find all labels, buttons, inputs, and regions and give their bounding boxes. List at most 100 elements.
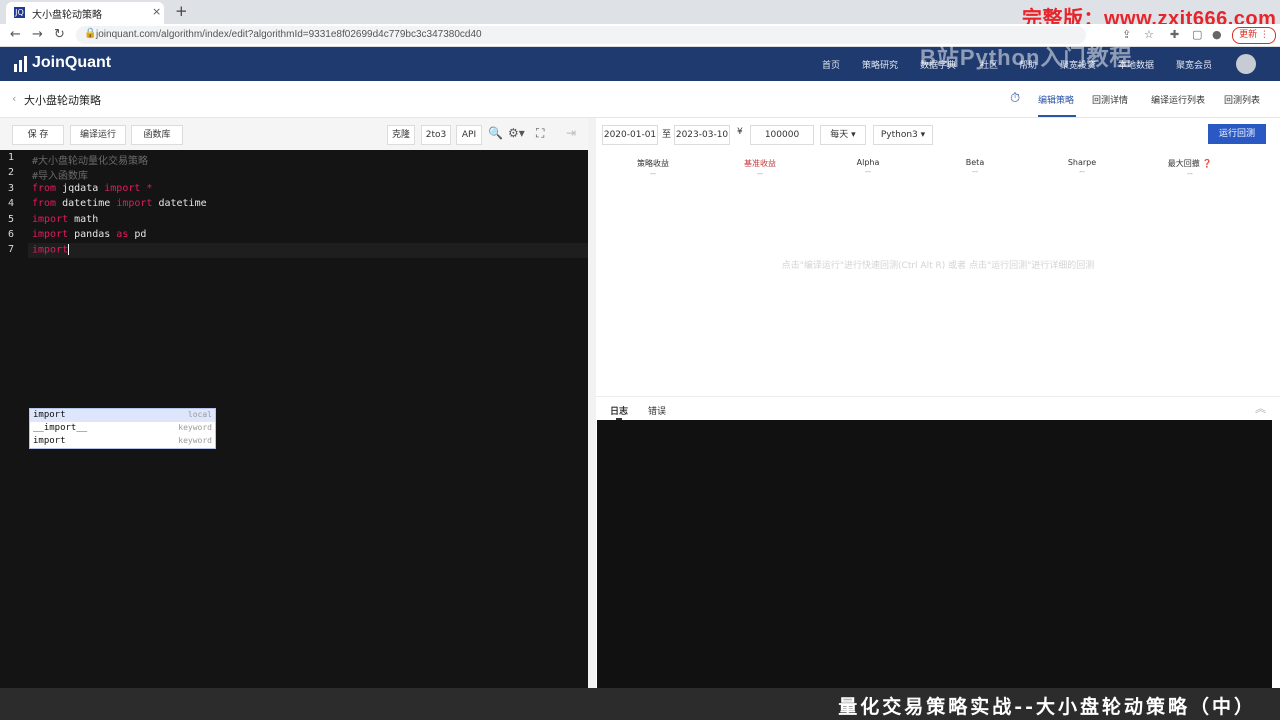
metric-benchmark-return: 基准收益 -- xyxy=(744,159,776,178)
frequency-select[interactable]: 每天 ▾ xyxy=(820,125,866,145)
autocomplete-popup: import local __import__ keyword import k… xyxy=(29,408,216,449)
url-text: joinquant.com/algorithm/index/edit?algor… xyxy=(96,29,482,40)
line-number: 2 xyxy=(8,167,15,179)
back-chevron-icon[interactable]: ‹ xyxy=(12,92,16,105)
tab-backtest-detail[interactable]: 回测详情 xyxy=(1092,93,1128,106)
metric-alpha: Alpha -- xyxy=(856,158,880,176)
bookmark-star-icon[interactable]: ☆ xyxy=(1144,28,1154,41)
pane-divider[interactable] xyxy=(588,118,596,688)
timer-icon[interactable]: ⏱ xyxy=(1010,91,1020,106)
back-arrow-icon[interactable]: ← xyxy=(10,27,21,42)
gear-icon[interactable]: ⚙▾ xyxy=(508,126,525,140)
tab-log[interactable]: 日志 xyxy=(610,404,628,417)
log-tabs: 日志 错误 xyxy=(596,396,1280,421)
line-number: 1 xyxy=(8,152,15,163)
line-number: 5 xyxy=(8,213,15,225)
tab-backtest-list[interactable]: 回测列表 xyxy=(1224,93,1260,106)
browser-tabstrip: JQ 大小盘轮动策略 × + 完整版：www.zxit666.com xyxy=(0,0,1280,30)
collapse-up-icon[interactable]: ︽ xyxy=(1255,400,1266,416)
search-icon[interactable]: 🔍 xyxy=(488,126,503,140)
api-button[interactable]: API xyxy=(456,125,482,145)
reload-icon[interactable]: ↻ xyxy=(54,27,65,42)
code-line[interactable]: #导入函数库 xyxy=(32,167,88,182)
profile-icon[interactable]: ● xyxy=(1212,28,1222,41)
active-tab-underline xyxy=(1038,115,1076,117)
update-button[interactable]: 更新 ⋮ xyxy=(1232,27,1276,44)
tab-edit-strategy[interactable]: 编辑策略 xyxy=(1038,93,1074,106)
share-editor-icon[interactable]: ⇥ xyxy=(566,126,576,140)
nav-home[interactable]: 首页 xyxy=(822,58,840,71)
code-line[interactable]: import pandas as pd xyxy=(32,229,146,240)
code-token: datetime xyxy=(152,198,207,210)
function-library-button[interactable]: 函数库 xyxy=(131,125,183,145)
avatar[interactable] xyxy=(1236,54,1256,74)
tab-title: 大小盘轮动策略 xyxy=(32,10,102,21)
code-token: pandas xyxy=(68,229,117,240)
code-token: #大小盘轮动量化交易策略 xyxy=(32,156,149,167)
capital-input[interactable]: 100000 xyxy=(750,125,814,145)
text-cursor xyxy=(68,244,70,256)
line-number: 7 xyxy=(8,244,15,256)
side-panel-icon[interactable]: ▢ xyxy=(1192,28,1202,41)
extensions-puzzle-icon[interactable]: ✚ xyxy=(1170,28,1179,41)
code-token: from xyxy=(32,182,57,194)
tab-errors[interactable]: 错误 xyxy=(648,404,666,417)
tab-compile-list[interactable]: 编译运行列表 xyxy=(1151,93,1205,106)
metric-strategy-return: 策略收益 -- xyxy=(637,159,669,178)
code-token: as xyxy=(116,229,129,240)
save-button[interactable]: 保 存 xyxy=(12,125,64,145)
joinquant-favicon-icon: JQ xyxy=(14,7,25,18)
nav-strategy-research[interactable]: 策略研究 xyxy=(862,58,898,71)
line-number: 4 xyxy=(8,198,15,210)
video-subtitle-bar: 量化交易策略实战--大小盘轮动策略（中） xyxy=(0,688,1280,720)
compile-run-button[interactable]: 编译运行 xyxy=(70,125,126,145)
browser-tab[interactable]: JQ 大小盘轮动策略 × xyxy=(6,2,164,24)
code-token: jqdata xyxy=(56,182,105,194)
fullscreen-icon[interactable]: ⛶ xyxy=(536,126,544,141)
log-console xyxy=(597,420,1272,688)
code-line[interactable]: from datetime import datetime xyxy=(32,198,207,209)
new-tab-button[interactable]: + xyxy=(175,2,188,20)
page-title: 大小盘轮动策略 xyxy=(24,94,101,107)
strategy-subheader: ‹ 大小盘轮动策略 ⏱ 编辑策略 回测详情 编译运行列表 回测列表 xyxy=(0,81,1280,118)
code-line[interactable]: #大小盘轮动量化交易策略 xyxy=(32,152,148,167)
code-token: import xyxy=(104,182,141,194)
close-icon[interactable]: × xyxy=(152,5,161,18)
code-line[interactable]: from jqdata import * xyxy=(32,183,152,194)
video-subtitle: 量化交易策略实战--大小盘轮动策略（中） xyxy=(838,696,1256,718)
active-line-highlight xyxy=(28,243,588,258)
watermark-overlay: B站Python入门教程 xyxy=(920,45,1133,70)
clone-button[interactable]: 克隆 xyxy=(387,125,415,145)
code-token: from xyxy=(32,198,57,210)
code-token: math xyxy=(68,213,99,225)
code-token: datetime xyxy=(56,198,117,210)
forward-arrow-icon[interactable]: → xyxy=(32,27,43,42)
code-token: import xyxy=(32,213,69,225)
code-token: #导入函数库 xyxy=(32,171,89,183)
code-line[interactable]: import math xyxy=(32,214,98,225)
code-token: * xyxy=(140,182,153,194)
code-editor[interactable]: #大小盘轮动量化交易策略 #导入函数库 from jqdata import * fr… xyxy=(0,150,588,688)
metric-max-drawdown: 最大回撤 ❓ -- xyxy=(1167,159,1213,178)
code-token: import xyxy=(32,244,69,256)
site-logo[interactable]: JoinQuant xyxy=(32,54,111,72)
backtest-param-bar: 2020-01-01 至 2023-03-10 ¥ 100000 每天 ▾ Py… xyxy=(596,118,1280,150)
code-line[interactable]: import xyxy=(32,244,70,256)
metric-beta: Beta -- xyxy=(965,158,985,176)
autocomplete-item[interactable]: import local xyxy=(30,409,215,422)
2to3-button[interactable]: 2to3 xyxy=(421,125,451,145)
code-token: import xyxy=(116,198,153,210)
python-version-select[interactable]: Python3 ▾ xyxy=(873,125,933,145)
autocomplete-item[interactable]: import keyword xyxy=(30,435,215,448)
currency-symbol: ¥ xyxy=(737,127,743,137)
editor-toolbar: 保 存 编译运行 函数库 克隆 2to3 API 🔍 ⚙▾ ⛶ ⇥ xyxy=(0,118,588,151)
metrics-row: 策略收益 -- 基准收益 -- Alpha -- Beta -- Sharpe … xyxy=(596,150,1280,180)
code-token: import xyxy=(32,229,69,240)
joinquant-logo-icon xyxy=(14,56,28,72)
date-range-separator: 至 xyxy=(662,130,672,140)
autocomplete-item[interactable]: __import__ keyword xyxy=(30,422,215,435)
run-backtest-button[interactable]: 运行回测 xyxy=(1208,124,1266,144)
start-date-input[interactable]: 2020-01-01 xyxy=(602,125,658,145)
nav-membership[interactable]: 聚宽会员 xyxy=(1176,58,1212,71)
end-date-input[interactable]: 2023-03-10 xyxy=(674,125,730,145)
